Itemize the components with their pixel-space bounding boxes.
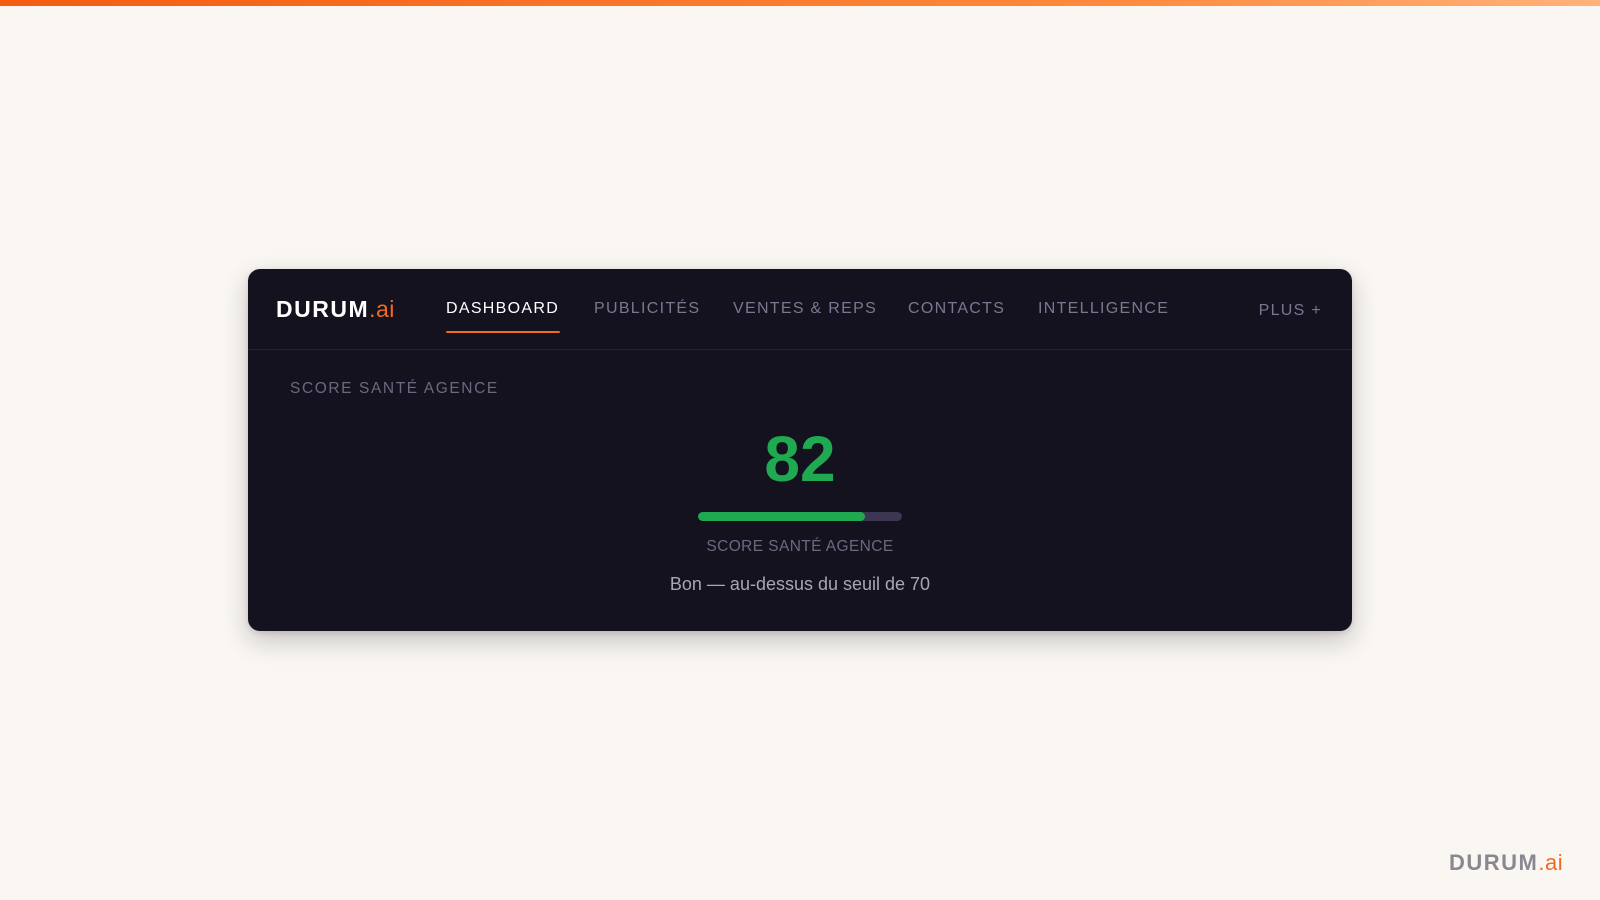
health-score-panel: SCORE SANTÉ AGENCE 82 SCORE SANTÉ AGENCE… <box>248 350 1352 631</box>
footer-brand-suffix: .ai <box>1538 850 1564 875</box>
more-button[interactable]: PLUS + <box>1259 301 1322 321</box>
app-window: DURUM.ai DASHBOARD PUBLICITÉS VENTES & R… <box>248 269 1352 631</box>
footer-brand-name: DURUM <box>1449 850 1539 875</box>
brand-suffix: .ai <box>369 296 395 322</box>
health-score-progress-bar <box>698 512 902 521</box>
footer-brand-logo: DURUM.ai <box>1449 850 1563 876</box>
tab-intelligence[interactable]: INTELLIGENCE <box>1038 299 1169 319</box>
tab-dashboard[interactable]: DASHBOARD <box>446 299 559 319</box>
tab-publicites[interactable]: PUBLICITÉS <box>594 299 700 319</box>
health-score-value: 82 <box>764 423 836 495</box>
section-title: SCORE SANTÉ AGENCE <box>290 380 499 397</box>
active-tab-indicator <box>446 331 560 333</box>
health-score-progress-fill <box>698 512 866 521</box>
top-navigation: DURUM.ai DASHBOARD PUBLICITÉS VENTES & R… <box>248 269 1352 350</box>
tab-contacts[interactable]: CONTACTS <box>908 299 1005 319</box>
health-score-caption: SCORE SANTÉ AGENCE <box>706 538 894 555</box>
health-score-status: Bon — au-dessus du seuil de 70 <box>669 574 931 594</box>
brand-logo[interactable]: DURUM.ai <box>276 295 395 323</box>
tab-ventes-reps[interactable]: VENTES & REPS <box>733 299 877 319</box>
brand-name: DURUM <box>276 296 370 322</box>
top-accent-bar <box>0 0 1600 6</box>
